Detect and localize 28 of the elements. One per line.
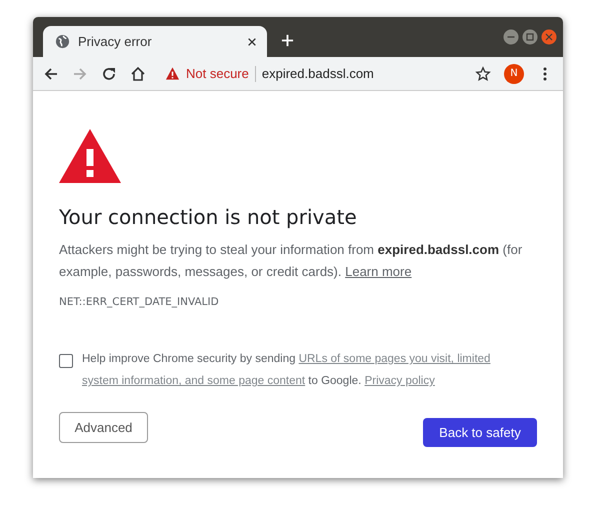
back-to-safety-button[interactable]: Back to safety <box>423 418 537 447</box>
privacy-policy-link[interactable]: Privacy policy <box>364 375 435 387</box>
url-text: expired.badssl.com <box>262 66 374 81</box>
address-bar[interactable]: Not secure expired.badssl.com <box>165 60 462 88</box>
text-link[interactable]: system information, and some page content <box>82 375 306 387</box>
close-icon[interactable] <box>247 36 257 46</box>
browser-tab[interactable]: Privacy error <box>43 26 267 57</box>
home-icon[interactable] <box>130 66 146 82</box>
learn-more-link[interactable]: Learn more <box>345 264 412 279</box>
reload-icon[interactable] <box>101 66 117 82</box>
page-heading: Your connection is not private <box>59 205 358 229</box>
advanced-button[interactable]: Advanced <box>59 412 148 443</box>
text-link[interactable]: URLs of some pages you visit, limited <box>298 353 490 365</box>
profile-avatar[interactable]: N <box>504 64 524 84</box>
back-arrow-icon[interactable] <box>43 66 59 82</box>
opt-in-text: Help improve Chrome security by sending URLs of some pages you visit, limited system information, and some page content to Google. Privacy policy <box>82 352 490 389</box>
star-icon[interactable] <box>475 66 491 82</box>
maximize-icon[interactable] <box>522 29 538 45</box>
new-tab-icon[interactable] <box>281 34 294 47</box>
warning-description: Attackers might be trying to steal your information from expired.badssl.com (for example, passwords, messages, or credit cards). Learn more <box>59 241 524 281</box>
minimize-icon[interactable] <box>503 29 519 45</box>
warning-icon <box>165 66 180 81</box>
security-label: Not secure <box>186 66 249 81</box>
checkbox[interactable] <box>59 354 73 368</box>
tab-title: Privacy error <box>78 34 153 49</box>
warning-icon <box>59 129 121 183</box>
error-code: NET::ERR_CERT_DATE_INVALID <box>59 296 220 308</box>
globe-icon <box>55 34 70 49</box>
